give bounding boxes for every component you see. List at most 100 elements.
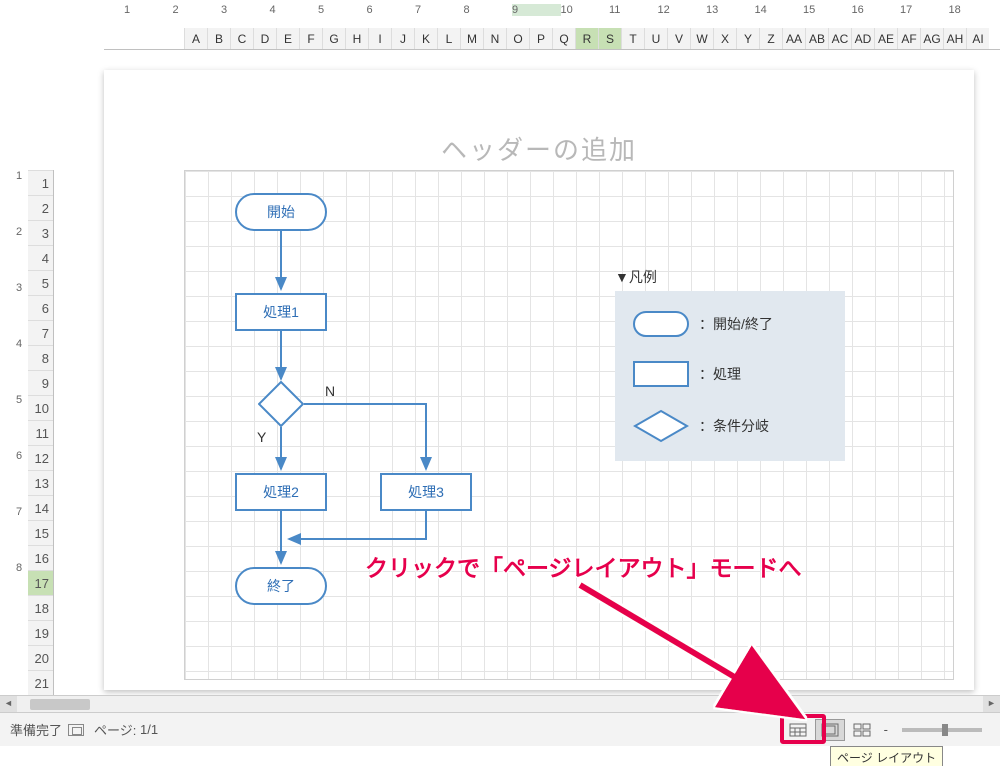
column-header[interactable]: AG (920, 28, 943, 49)
flow-end[interactable]: 終了 (235, 567, 327, 605)
row-header[interactable]: 2 (28, 195, 53, 220)
ruler-tick: 9 (512, 4, 561, 16)
ruler-tick: 8 (10, 562, 28, 618)
row-header[interactable]: 16 (28, 545, 53, 570)
legend-terminator-icon (633, 311, 689, 337)
horizontal-ruler: 1 2 3 4 5 6 7 8 9 10 11 12 13 14 15 16 1… (104, 0, 1000, 20)
row-header[interactable]: 9 (28, 370, 53, 395)
column-header[interactable]: O (506, 28, 529, 49)
column-header[interactable]: F (299, 28, 322, 49)
column-header[interactable]: J (391, 28, 414, 49)
row-header[interactable]: 18 (28, 595, 53, 620)
row-header[interactable]: 5 (28, 270, 53, 295)
column-header[interactable]: AF (897, 28, 920, 49)
ruler-tick: 5 (10, 394, 28, 450)
flow-start-label: 開始 (267, 202, 295, 222)
zoom-out-button[interactable]: - (884, 722, 888, 737)
scroll-left-button[interactable]: ◄ (0, 696, 17, 713)
flow-start[interactable]: 開始 (235, 193, 327, 231)
column-header[interactable]: P (529, 28, 552, 49)
scroll-right-button[interactable]: ► (983, 696, 1000, 713)
column-header[interactable]: AA (782, 28, 805, 49)
horizontal-scrollbar[interactable]: ◄ ► (0, 695, 1000, 712)
flow-process1[interactable]: 処理1 (235, 293, 327, 331)
column-header[interactable]: AI (966, 28, 989, 49)
column-header[interactable]: H (345, 28, 368, 49)
ruler-tick: 3 (221, 4, 270, 16)
vertical-ruler: 1 2 3 4 5 6 7 8 (10, 70, 28, 690)
column-header[interactable]: L (437, 28, 460, 49)
column-header[interactable]: AH (943, 28, 966, 49)
column-header[interactable]: Q (552, 28, 575, 49)
column-header[interactable]: C (230, 28, 253, 49)
column-header[interactable]: Y (736, 28, 759, 49)
ruler-tick: 5 (318, 4, 367, 16)
row-header[interactable]: 8 (28, 345, 53, 370)
row-header[interactable]: 12 (28, 445, 53, 470)
column-header[interactable]: B (207, 28, 230, 49)
legend-process-label: ：処理 (699, 364, 741, 384)
column-header[interactable]: AB (805, 28, 828, 49)
row-header[interactable]: 20 (28, 645, 53, 670)
row-header[interactable]: 11 (28, 420, 53, 445)
row-header[interactable]: 4 (28, 245, 53, 270)
flow-process3[interactable]: 処理3 (380, 473, 472, 511)
status-page-label: ページ: (94, 720, 136, 739)
row-header[interactable]: 15 (28, 520, 53, 545)
row-header[interactable]: 13 (28, 470, 53, 495)
legend-decision-icon (633, 409, 689, 443)
scroll-thumb[interactable] (30, 699, 90, 710)
row-header[interactable]: 10 (28, 395, 53, 420)
column-header[interactable]: S (598, 28, 621, 49)
legend-decision-label: ：条件分岐 (699, 416, 769, 436)
decision-label-y: Y (257, 429, 266, 445)
column-header[interactable]: I (368, 28, 391, 49)
column-header[interactable]: X (713, 28, 736, 49)
view-page-break-button[interactable] (847, 719, 877, 741)
row-header[interactable]: 19 (28, 620, 53, 645)
ruler-tick: 3 (10, 282, 28, 338)
flow-end-label: 終了 (267, 576, 295, 596)
ruler-tick: 16 (852, 4, 901, 16)
column-header[interactable]: M (460, 28, 483, 49)
flow-process2[interactable]: 処理2 (235, 473, 327, 511)
ruler-tick: 12 (658, 4, 707, 16)
column-header[interactable]: A (184, 28, 207, 49)
ruler-tick: 7 (415, 4, 464, 16)
column-header[interactable]: AE (874, 28, 897, 49)
row-header[interactable]: 21 (28, 670, 53, 695)
ruler-tick: 1 (10, 170, 28, 226)
column-header[interactable]: D (253, 28, 276, 49)
row-header[interactable]: 7 (28, 320, 53, 345)
flow-decision[interactable] (258, 381, 304, 427)
ruler-tick: 17 (900, 4, 949, 16)
legend-terminator-label: ：開始/終了 (699, 314, 773, 334)
column-header[interactable]: AC (828, 28, 851, 49)
column-header[interactable]: R (575, 28, 598, 49)
zoom-slider[interactable] (902, 728, 982, 732)
row-header[interactable]: 6 (28, 295, 53, 320)
ruler-tick: 13 (706, 4, 755, 16)
flow-process2-label: 処理2 (263, 482, 299, 502)
legend-box[interactable]: ：開始/終了 ：処理 ：条件分岐 (615, 291, 845, 461)
macro-record-icon[interactable] (68, 724, 84, 736)
flow-process1-label: 処理1 (263, 302, 299, 322)
column-header[interactable]: AD (851, 28, 874, 49)
status-page-value: 1/1 (140, 722, 158, 737)
column-header[interactable]: K (414, 28, 437, 49)
header-placeholder[interactable]: ヘッダーの追加 (104, 130, 974, 167)
row-header[interactable]: 14 (28, 495, 53, 520)
column-header[interactable]: W (690, 28, 713, 49)
ruler-tick: 4 (10, 338, 28, 394)
column-header[interactable]: G (322, 28, 345, 49)
column-header[interactable]: V (667, 28, 690, 49)
column-header[interactable]: Z (759, 28, 782, 49)
row-header[interactable]: 1 (28, 170, 53, 195)
column-header[interactable]: E (276, 28, 299, 49)
row-header[interactable]: 3 (28, 220, 53, 245)
row-header[interactable]: 17 (28, 570, 53, 595)
column-header[interactable]: T (621, 28, 644, 49)
ruler-tick: 1 (124, 4, 173, 16)
column-header[interactable]: U (644, 28, 667, 49)
column-header[interactable]: N (483, 28, 506, 49)
